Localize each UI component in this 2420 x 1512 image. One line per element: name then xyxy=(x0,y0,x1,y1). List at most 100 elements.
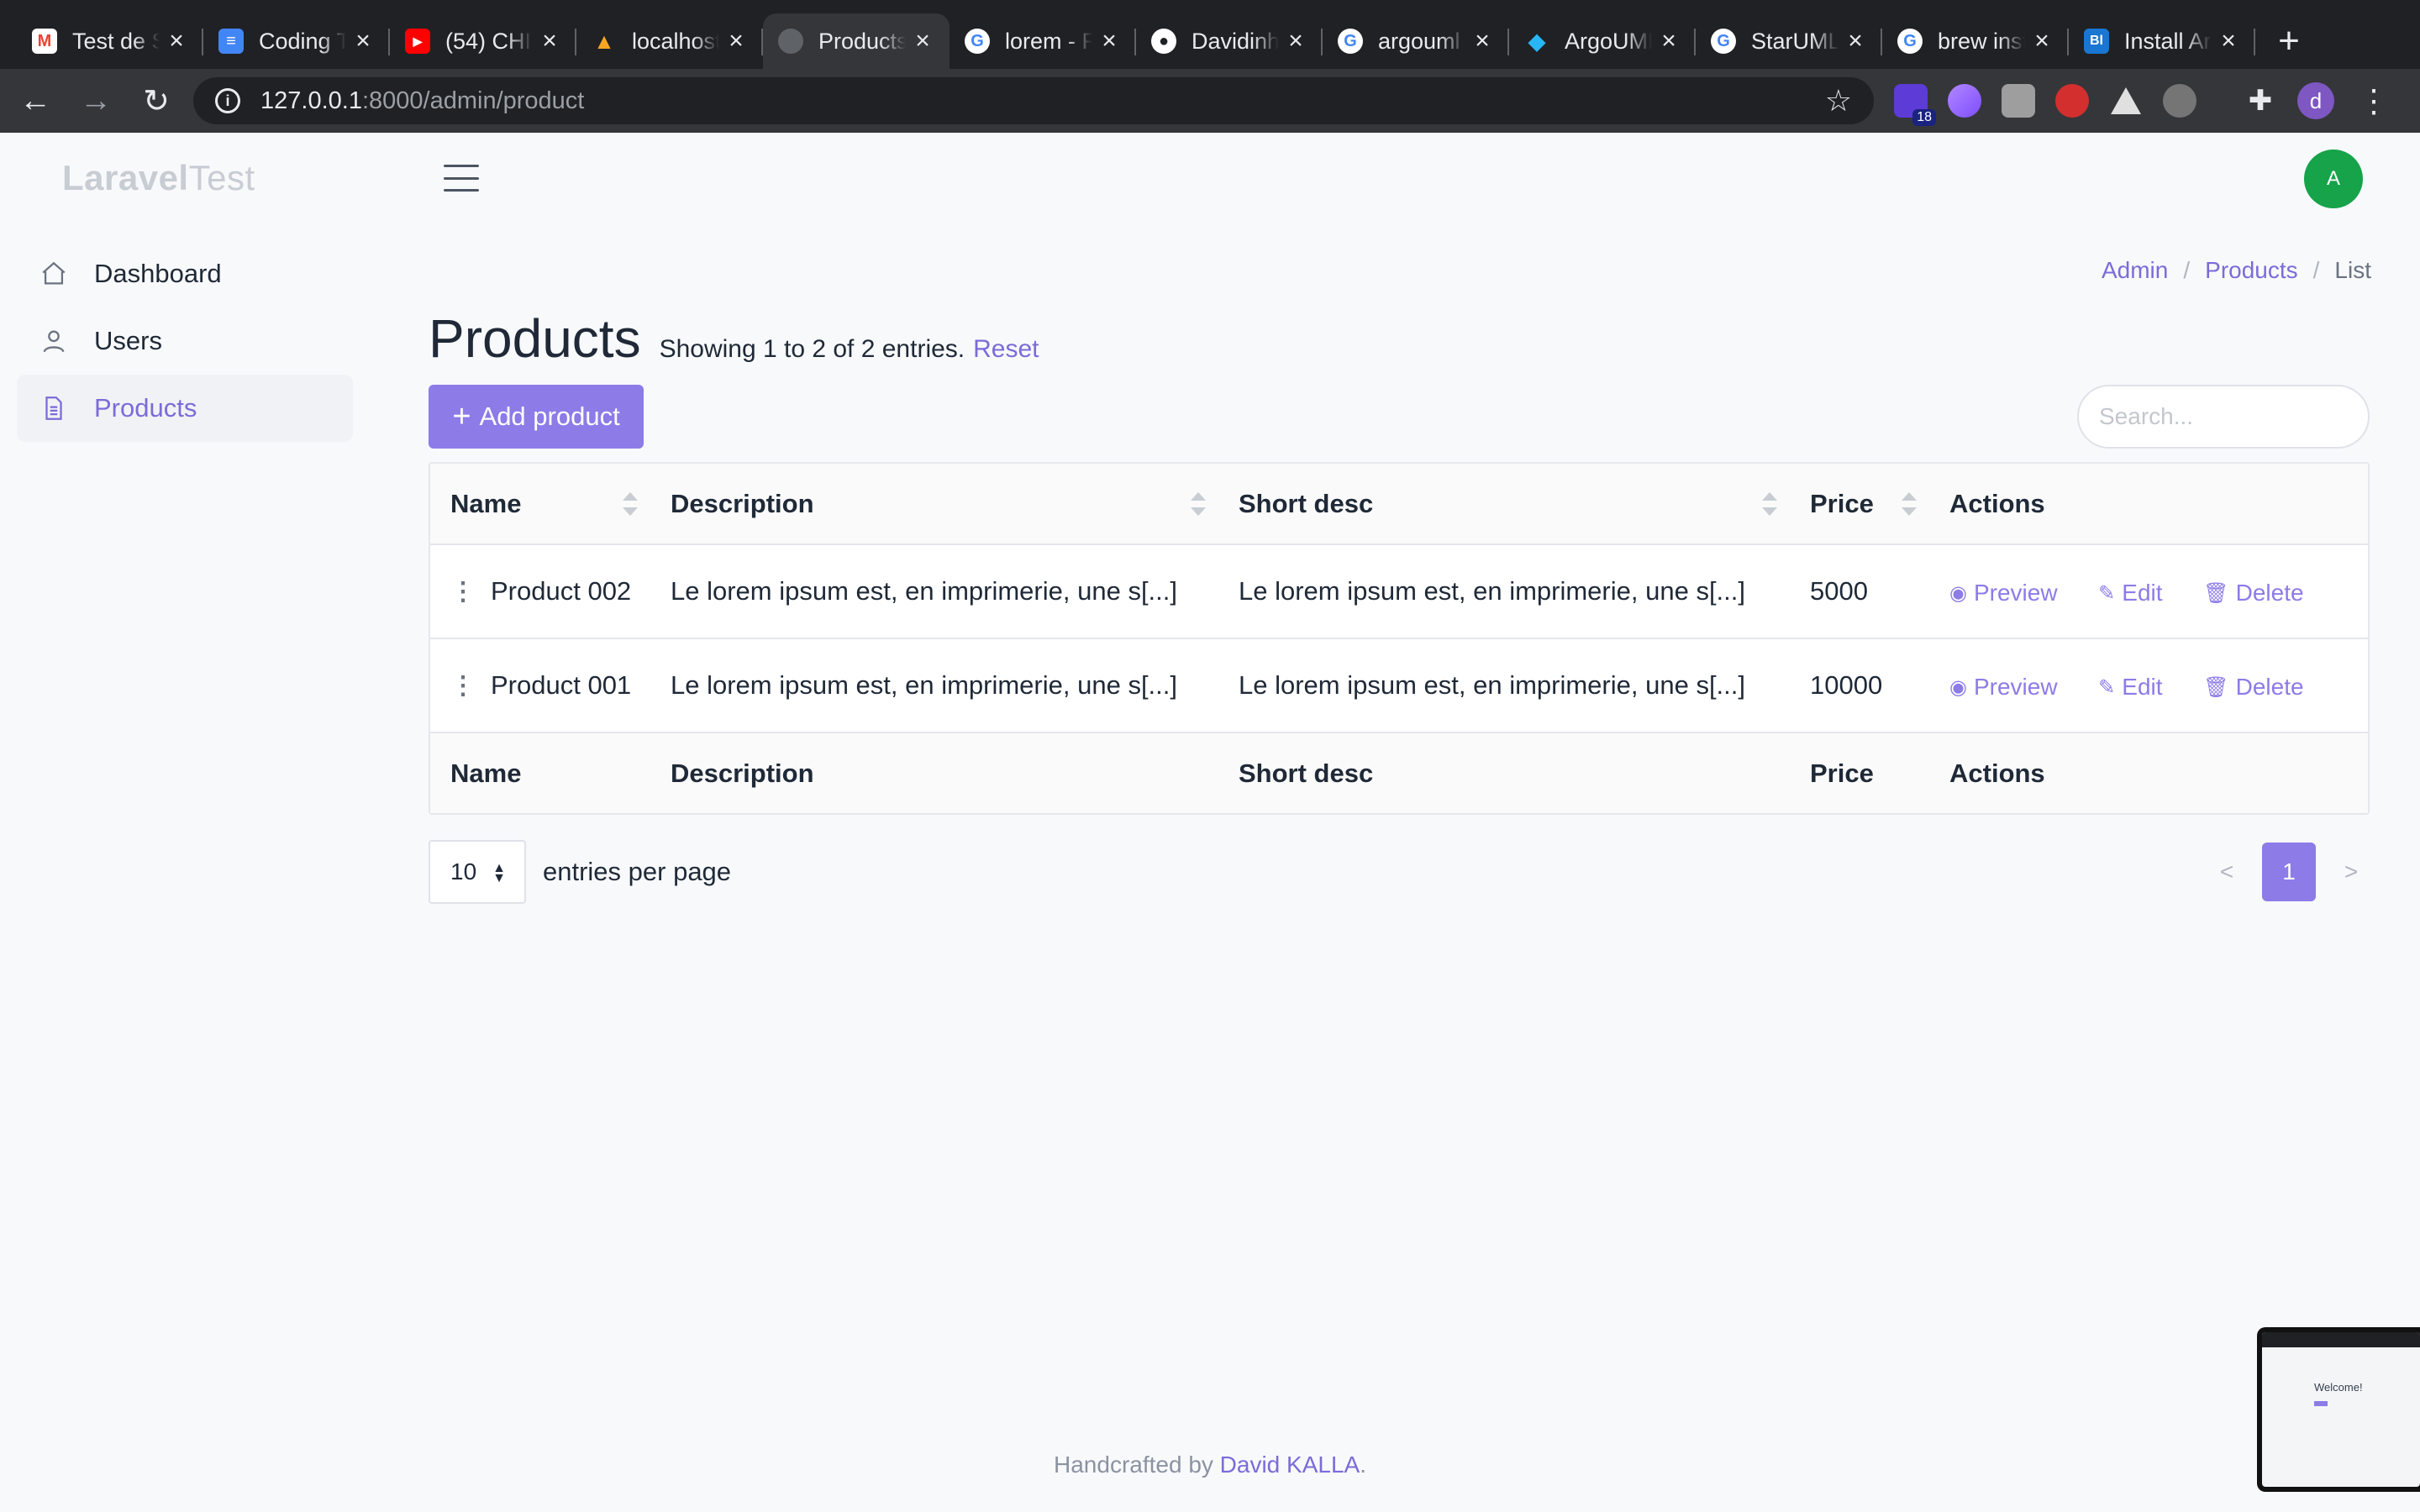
edit-button[interactable]: ✎ Edit xyxy=(2098,580,2162,606)
close-tab-icon[interactable]: × xyxy=(911,27,934,55)
close-tab-icon[interactable]: × xyxy=(1097,27,1121,55)
tab-title: StarUML xyxy=(1751,28,1839,54)
sidebar-item-products[interactable]: Products xyxy=(17,375,353,442)
drag-handle-icon[interactable]: ⋮ xyxy=(450,671,476,701)
new-tab-button[interactable]: + xyxy=(2264,13,2314,69)
edit-label: Edit xyxy=(2122,580,2163,606)
next-page-button[interactable]: > xyxy=(2333,858,2370,885)
footer-column-name: Name xyxy=(430,732,650,813)
browser-tab[interactable]: G StarUML × xyxy=(1696,13,1882,69)
column-header-actions: Actions xyxy=(1929,464,2368,544)
browser-tab[interactable]: ▶ (54) CHILL × xyxy=(390,13,576,69)
reset-link[interactable]: Reset xyxy=(973,335,1039,364)
extension-icon[interactable]: 18 xyxy=(1894,84,1936,126)
browser-tab[interactable]: G lorem - Recherche × xyxy=(950,13,1136,69)
screenshot-thumbnail[interactable]: Welcome! xyxy=(2257,1327,2420,1492)
forward-button[interactable]: → xyxy=(71,76,121,126)
adblock-icon[interactable] xyxy=(2055,84,2089,118)
browser-tab-active[interactable]: Products × xyxy=(763,13,950,69)
breadcrumb-admin[interactable]: Admin xyxy=(2102,257,2168,284)
prev-page-button[interactable]: < xyxy=(2208,858,2245,885)
reload-button[interactable]: ↻ xyxy=(131,76,182,126)
sidebar-item-label: Dashboard xyxy=(94,259,222,288)
browser-tab[interactable]: ≡ Coding Test × xyxy=(203,13,390,69)
close-tab-icon[interactable]: × xyxy=(2030,27,2054,55)
close-tab-icon[interactable]: × xyxy=(1844,27,1867,55)
preview-button[interactable]: ◉ Preview xyxy=(1949,674,2058,701)
column-header-price[interactable]: Price xyxy=(1790,464,1929,544)
add-product-label: Add product xyxy=(479,402,620,431)
select-caret-icon: ▲ ▼ xyxy=(492,861,506,885)
profile-avatar[interactable]: d xyxy=(2297,82,2334,119)
sort-icon[interactable] xyxy=(1901,492,1918,516)
close-tab-icon[interactable]: × xyxy=(165,27,188,55)
browser-menu-icon[interactable]: ⋮ xyxy=(2358,82,2390,120)
extension-badge: 18 xyxy=(1912,109,1936,126)
page-button-current[interactable]: 1 xyxy=(2262,843,2316,901)
tab-title: (54) CHILL xyxy=(445,28,533,54)
browser-tab[interactable]: M Test de Stage × xyxy=(17,13,203,69)
trash-icon: 🗑 xyxy=(2203,581,2229,605)
tab-title: argouml xyxy=(1378,28,1460,54)
close-tab-icon[interactable]: × xyxy=(538,27,561,55)
close-tab-icon[interactable]: × xyxy=(1284,27,1307,55)
browser-tab[interactable]: ◆ ArgoUML × xyxy=(1509,13,1696,69)
cell-description: Le lorem ipsum est, en imprimerie, une s… xyxy=(650,543,1218,638)
back-button[interactable]: ← xyxy=(10,76,60,126)
google-icon: G xyxy=(1897,29,1923,54)
table-header-row: Name Description Short desc Price Action… xyxy=(430,464,2368,544)
laravel-icon: ▲ xyxy=(593,28,615,54)
close-tab-icon[interactable]: × xyxy=(351,27,375,55)
per-page-select[interactable]: 10 ▲ ▼ xyxy=(429,840,526,904)
tab-title: localhost xyxy=(632,28,719,54)
sort-icon[interactable] xyxy=(1190,492,1207,516)
browser-tab[interactable]: G brew install × xyxy=(1882,13,2069,69)
close-tab-icon[interactable]: × xyxy=(2217,27,2240,55)
column-header-short-desc[interactable]: Short desc xyxy=(1218,464,1790,544)
edit-button[interactable]: ✎ Edit xyxy=(2098,674,2162,701)
per-page-label: entries per page xyxy=(543,857,732,886)
footer-suffix: . xyxy=(1360,1452,1366,1478)
add-product-button[interactable]: + Add product xyxy=(429,385,644,449)
app-logo[interactable]: LaravelTest xyxy=(62,158,255,198)
delete-button[interactable]: 🗑 Delete xyxy=(2203,674,2303,701)
extension-icon[interactable] xyxy=(1948,84,1981,118)
browser-tab[interactable]: Bl Install ArgoUML × xyxy=(2069,13,2255,69)
breadcrumb-products[interactable]: Products xyxy=(2205,257,2298,284)
delete-button[interactable]: 🗑 Delete xyxy=(2203,580,2303,606)
extension-icon[interactable] xyxy=(2002,84,2035,118)
sidebar-item-label: Products xyxy=(94,393,197,423)
site-info-icon[interactable]: i xyxy=(215,88,240,113)
sort-icon[interactable] xyxy=(1761,492,1778,516)
browser-tab[interactable]: ▲ localhost × xyxy=(576,13,763,69)
preview-button[interactable]: ◉ Preview xyxy=(1949,580,2058,606)
sort-icon[interactable] xyxy=(622,492,639,516)
address-bar[interactable]: i 127.0.0.1:8000/admin/product ☆ xyxy=(193,77,1874,124)
close-tab-icon[interactable]: × xyxy=(1657,27,1681,55)
drag-handle-icon[interactable]: ⋮ xyxy=(450,577,476,606)
search-input[interactable] xyxy=(2077,385,2370,449)
extension-icon[interactable] xyxy=(2163,84,2196,118)
plus-icon: + xyxy=(452,398,471,434)
tab-title: brew install xyxy=(1938,28,2025,54)
extension-icon[interactable] xyxy=(2111,87,2141,114)
delete-label: Delete xyxy=(2235,580,2304,606)
close-tab-icon[interactable]: × xyxy=(724,27,748,55)
sidebar-item-users[interactable]: Users xyxy=(17,307,353,375)
column-header-name[interactable]: Name xyxy=(430,464,650,544)
close-tab-icon[interactable]: × xyxy=(1470,27,1494,55)
docs-icon: ≡ xyxy=(218,29,244,54)
sidebar-item-dashboard[interactable]: Dashboard xyxy=(17,240,353,307)
menu-toggle-icon[interactable] xyxy=(444,165,479,192)
extensions-puzzle-icon[interactable]: ✚ xyxy=(2244,84,2277,118)
entries-summary: Showing 1 to 2 of 2 entries. xyxy=(659,335,965,363)
column-label: Name xyxy=(450,488,522,518)
github-icon: ● xyxy=(1151,29,1176,54)
bookmark-star-icon[interactable]: ☆ xyxy=(1825,83,1852,118)
cell-price: 5000 xyxy=(1790,543,1929,638)
column-header-description[interactable]: Description xyxy=(650,464,1218,544)
user-avatar[interactable]: A xyxy=(2304,150,2363,208)
browser-tab[interactable]: G argouml × xyxy=(1323,13,1509,69)
browser-tab[interactable]: ● Davidinho × xyxy=(1136,13,1323,69)
footer-author-link[interactable]: David KALLA xyxy=(1220,1452,1360,1478)
